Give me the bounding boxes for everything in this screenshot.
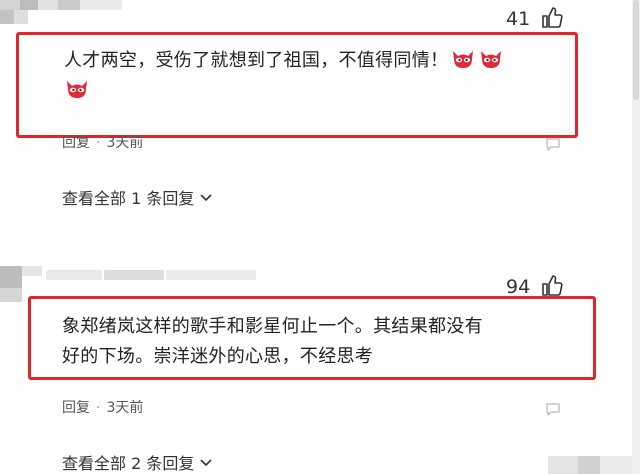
comment-meta: 回复 · 3天前 (62, 397, 143, 417)
comment-icon[interactable] (545, 136, 561, 152)
devil-face-emoji (453, 51, 474, 68)
scrollbar-thumb[interactable] (633, 0, 639, 100)
comment-text: 人才两空，受伤了就想到了祖国，不值得同情！ (64, 46, 574, 106)
comment-text-line: 好的下场。崇洋迷外的心思，不经思考 (62, 346, 374, 367)
view-replies-button[interactable]: 查看全部 2 条回复 (62, 450, 213, 474)
comment-meta: 回复 · 3天前 (62, 132, 143, 152)
reply-link[interactable]: 回复 (62, 400, 90, 416)
username-blurred (46, 270, 102, 280)
view-replies-button[interactable]: 查看全部 1 条回复 (62, 185, 213, 209)
chevron-down-icon (200, 194, 212, 202)
devil-face-emoji (67, 81, 87, 98)
comment-time: 3天前 (106, 135, 144, 151)
like-count: 94 (506, 276, 531, 298)
username-blurred (104, 270, 164, 280)
comment-time: 3天前 (106, 400, 144, 416)
comment-text-line: 象郑绪岚这样的歌手和影星何止一个。其结果都没有 (62, 316, 483, 337)
thumbs-up-icon[interactable] (540, 6, 564, 30)
separator-dot: · (96, 400, 101, 416)
thumbs-up-icon[interactable] (540, 274, 564, 298)
comment-icon[interactable] (545, 401, 561, 417)
devil-face-emoji (481, 51, 502, 68)
username-blurred (166, 270, 256, 280)
comment-text: 象郑绪岚这样的歌手和影星何止一个。其结果都没有 好的下场。崇洋迷外的心思，不经思… (62, 312, 582, 372)
view-replies-label: 查看全部 1 条回复 (62, 189, 195, 208)
view-replies-label: 查看全部 2 条回复 (62, 454, 195, 473)
reply-link[interactable]: 回复 (62, 135, 90, 151)
like-count: 41 (506, 8, 531, 30)
chevron-down-icon (200, 459, 212, 467)
separator-dot: · (96, 135, 101, 151)
comment-text-line: 人才两空，受伤了就想到了祖国，不值得同情！ (64, 50, 449, 71)
